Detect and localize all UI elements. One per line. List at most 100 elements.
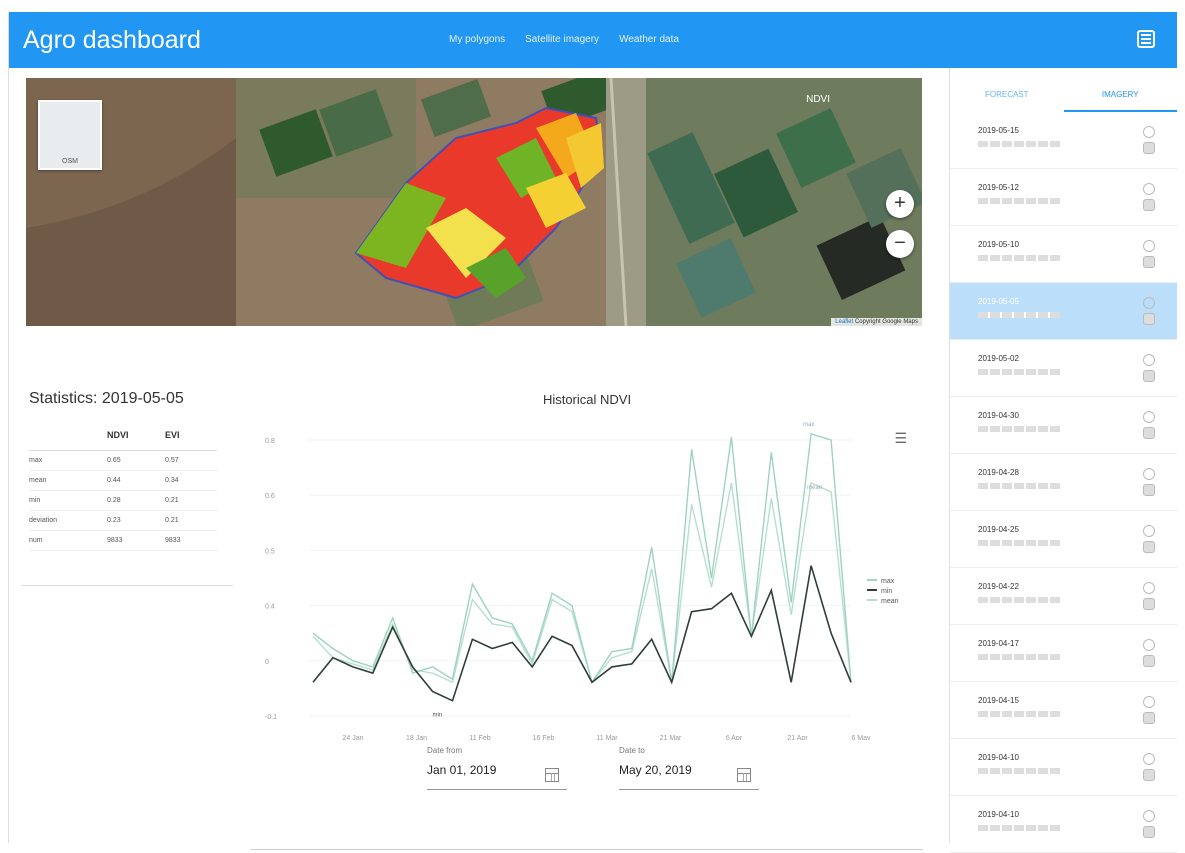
list-item[interactable]: 2019-05-02 bbox=[950, 340, 1177, 397]
layer-toggle[interactable] bbox=[1143, 712, 1155, 724]
y-tick-label: 0 bbox=[265, 659, 269, 666]
visibility-toggle[interactable] bbox=[1143, 354, 1155, 366]
date-from-label: Date from bbox=[427, 746, 463, 755]
statistics-panel: Statistics: 2019-05-05 NDVI EVI max 0.65 0… bbox=[21, 374, 233, 586]
list-item[interactable]: 2019-04-10 bbox=[950, 739, 1177, 796]
list-item-subtitle bbox=[978, 198, 1060, 204]
layer-toggle[interactable] bbox=[1143, 142, 1155, 154]
layer-label: NDVI bbox=[806, 94, 830, 105]
zoom-in-button[interactable]: + bbox=[886, 190, 914, 218]
layer-toggle[interactable] bbox=[1143, 256, 1155, 268]
visibility-toggle[interactable] bbox=[1143, 810, 1155, 822]
table-cell: 0.21 bbox=[165, 510, 217, 531]
x-tick-label: 18 Jan bbox=[406, 735, 427, 740]
chart-divider bbox=[251, 849, 923, 850]
app-frame: Agro dashboard My polygons Satellite ima… bbox=[8, 12, 1177, 853]
list-item[interactable]: 2019-05-12 bbox=[950, 169, 1177, 226]
legend-label: max bbox=[881, 578, 895, 585]
list-item[interactable]: 2019-04-22 bbox=[950, 568, 1177, 625]
list-item[interactable]: 2019-04-15 bbox=[950, 682, 1177, 739]
satellite-map[interactable]: OSM NDVI + − Leaflet Copyright Google Ma… bbox=[26, 78, 922, 326]
table-cell: 0.34 bbox=[165, 470, 217, 491]
visibility-toggle[interactable] bbox=[1143, 468, 1155, 480]
x-tick-label: 6 May bbox=[851, 735, 871, 740]
layer-toggle[interactable] bbox=[1143, 427, 1155, 439]
layer-toggle[interactable] bbox=[1143, 313, 1155, 325]
annotation-min: min bbox=[432, 713, 442, 719]
table-cell: mean bbox=[29, 470, 107, 491]
visibility-toggle[interactable] bbox=[1143, 639, 1155, 651]
list-item-subtitle bbox=[978, 768, 1060, 774]
date-to-field[interactable]: Date to May 20, 2019 bbox=[619, 746, 759, 790]
visibility-toggle[interactable] bbox=[1143, 240, 1155, 252]
table-cell: deviation bbox=[29, 510, 107, 531]
list-item-subtitle bbox=[978, 711, 1060, 717]
x-tick-label: 21 Apr bbox=[787, 735, 808, 740]
nav-my-polygons[interactable]: My polygons bbox=[449, 34, 505, 45]
x-tick-label: 6 Apr bbox=[726, 735, 743, 740]
table-row: max 0.65 0.57 bbox=[29, 450, 217, 471]
statistics-header-row: NDVI EVI bbox=[29, 424, 217, 451]
menu-icon[interactable] bbox=[1137, 30, 1155, 48]
imagery-list: 2019-05-15 2019-05-12 2019-05-10 2019-05-05… bbox=[950, 112, 1177, 853]
list-item[interactable]: 2019-04-30 bbox=[950, 397, 1177, 454]
table-cell: 9833 bbox=[107, 530, 165, 551]
list-item[interactable]: 2019-05-15 bbox=[950, 112, 1177, 169]
minimap-label: OSM bbox=[62, 158, 78, 165]
list-item[interactable]: 2019-05-10 bbox=[950, 226, 1177, 283]
list-item[interactable]: 2019-05-05 bbox=[950, 283, 1177, 340]
visibility-toggle[interactable] bbox=[1143, 411, 1155, 423]
calendar-icon[interactable] bbox=[545, 768, 559, 782]
top-bar: Agro dashboard My polygons Satellite ima… bbox=[9, 12, 1177, 68]
calendar-icon[interactable] bbox=[737, 768, 751, 782]
table-row: min 0.28 0.21 bbox=[29, 490, 217, 511]
tab-forecast[interactable]: FORECAST bbox=[950, 68, 1064, 112]
table-row: deviation 0.23 0.21 bbox=[29, 510, 217, 531]
map-attribution: Leaflet Copyright Google Maps bbox=[831, 318, 922, 326]
layer-toggle[interactable] bbox=[1143, 484, 1155, 496]
list-item[interactable]: 2019-04-25 bbox=[950, 511, 1177, 568]
table-cell: 9833 bbox=[165, 530, 217, 551]
tab-imagery[interactable]: IMAGERY bbox=[1063, 68, 1177, 112]
layer-toggle[interactable] bbox=[1143, 655, 1155, 667]
visibility-toggle[interactable] bbox=[1143, 696, 1155, 708]
visibility-toggle[interactable] bbox=[1143, 183, 1155, 195]
layer-toggle[interactable] bbox=[1143, 199, 1155, 211]
visibility-toggle[interactable] bbox=[1143, 753, 1155, 765]
annotation-mean: mean bbox=[807, 485, 822, 491]
list-item[interactable]: 2019-04-28 bbox=[950, 454, 1177, 511]
ndvi-chart-card: Historical NDVI ☰ 0.8 0.6 0.5 0.4 0 -0.1 24 Ja… bbox=[251, 380, 923, 850]
list-item-subtitle bbox=[978, 597, 1060, 603]
zoom-out-button[interactable]: − bbox=[886, 230, 914, 258]
list-item-subtitle bbox=[978, 825, 1060, 831]
top-nav: My polygons Satellite imagery Weather da… bbox=[449, 34, 679, 45]
visibility-toggle[interactable] bbox=[1143, 126, 1155, 138]
table-cell: 0.23 bbox=[107, 510, 165, 531]
date-to-label: Date to bbox=[619, 746, 645, 755]
attribution-link[interactable]: Leaflet bbox=[835, 319, 853, 325]
list-item[interactable]: 2019-04-17 bbox=[950, 625, 1177, 682]
layer-toggle[interactable] bbox=[1143, 541, 1155, 553]
table-cell: min bbox=[29, 490, 107, 511]
table-cell: num bbox=[29, 530, 107, 551]
layer-toggle[interactable] bbox=[1143, 370, 1155, 382]
series-line-max bbox=[312, 432, 852, 685]
nav-weather-data[interactable]: Weather data bbox=[619, 34, 679, 45]
layer-toggle[interactable] bbox=[1143, 598, 1155, 610]
visibility-toggle[interactable] bbox=[1143, 297, 1155, 309]
ndvi-chart: 0.8 0.6 0.5 0.4 0 -0.1 24 Jan 18 Jan 11 Feb 16 Fe… bbox=[265, 422, 899, 740]
table-cell: 0.44 bbox=[107, 470, 165, 491]
visibility-toggle[interactable] bbox=[1143, 582, 1155, 594]
nav-satellite-imagery[interactable]: Satellite imagery bbox=[525, 34, 599, 45]
visibility-toggle[interactable] bbox=[1143, 525, 1155, 537]
date-from-field[interactable]: Date from Jan 01, 2019 bbox=[427, 746, 567, 790]
layer-toggle[interactable] bbox=[1143, 826, 1155, 838]
minimap[interactable]: OSM bbox=[38, 100, 102, 170]
table-cell: 0.65 bbox=[107, 450, 165, 471]
list-item[interactable]: 2019-04-10 bbox=[950, 796, 1177, 853]
y-tick-label: 0.8 bbox=[265, 438, 275, 445]
layer-toggle[interactable] bbox=[1143, 769, 1155, 781]
panel-tabs: FORECAST IMAGERY bbox=[950, 68, 1177, 112]
table-cell: 0.21 bbox=[165, 490, 217, 511]
annotation-max: max bbox=[803, 422, 814, 428]
